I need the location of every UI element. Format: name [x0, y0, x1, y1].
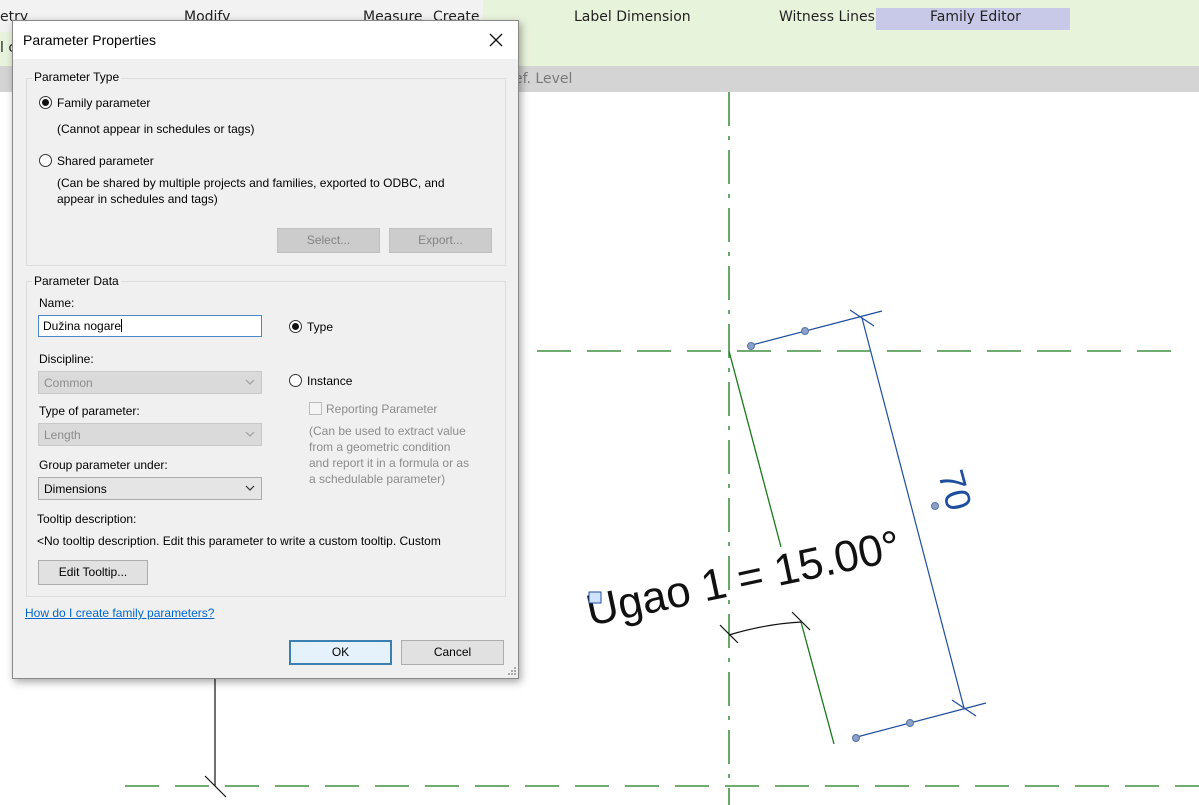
discipline-label: Discipline:	[39, 352, 94, 366]
type-of-parameter-label: Type of parameter:	[39, 404, 140, 418]
group-parameter-value: Dimensions	[44, 482, 107, 496]
type-of-parameter-value: Length	[44, 428, 81, 442]
label-grip-icon	[588, 591, 602, 604]
name-input-value: Dužina nogare	[43, 319, 122, 333]
ribbon-tab-family-editor[interactable]: Family Editor	[930, 9, 1021, 25]
close-icon[interactable]	[485, 29, 507, 51]
parameter-type-legend: Parameter Type	[32, 70, 122, 84]
instance-radio-label[interactable]: Instance	[307, 374, 352, 388]
angle-tick-right	[791, 611, 811, 631]
angled-reference-line-upper	[728, 350, 782, 548]
ok-button[interactable]: OK	[289, 640, 392, 665]
grip-dot-3	[852, 734, 860, 742]
parameter-data-legend: Parameter Data	[32, 274, 121, 288]
family-parameter-label[interactable]: Family parameter	[57, 96, 150, 110]
dialog-title: Parameter Properties	[23, 32, 157, 48]
cancel-button[interactable]: Cancel	[401, 640, 504, 665]
ribbon-tab-label-dimension[interactable]: Label Dimension	[574, 9, 691, 25]
shared-parameter-radio[interactable]	[39, 154, 52, 167]
shared-parameter-description-line-1: (Can be shared by multiple projects and …	[57, 176, 445, 190]
tooltip-description-text: <No tooltip description. Edit this param…	[37, 534, 441, 548]
name-input[interactable]: Dužina nogare	[38, 315, 262, 337]
group-parameter-select[interactable]: Dimensions	[38, 477, 262, 500]
reporting-description-line-2: from a geometric condition	[309, 440, 451, 454]
resize-grip-icon[interactable]	[507, 666, 517, 676]
help-link[interactable]: How do I create family parameters?	[25, 606, 214, 620]
discipline-select[interactable]: Common	[38, 371, 262, 394]
dimension-tick-bottom	[951, 699, 977, 717]
select-button[interactable]: Select...	[277, 228, 380, 253]
edit-tooltip-button[interactable]: Edit Tooltip...	[38, 560, 148, 585]
dimension-extension-bottom	[852, 702, 987, 739]
parameter-properties-dialog: Parameter Properties Parameter Type Fami…	[12, 20, 519, 679]
reporting-description-line-4: a schedulable parameter)	[309, 472, 446, 486]
chevron-down-icon	[245, 379, 255, 385]
export-button[interactable]: Export...	[389, 228, 492, 253]
grip-dot-2	[801, 327, 809, 335]
shared-parameter-label[interactable]: Shared parameter	[57, 154, 154, 168]
dimension-extension-top	[747, 310, 883, 347]
group-parameter-label: Group parameter under:	[39, 458, 168, 472]
shared-parameter-description-line-2: appear in schedules and tags)	[57, 192, 218, 206]
type-radio[interactable]	[289, 320, 302, 333]
angle-dimension-arc	[728, 621, 802, 636]
discipline-value: Common	[44, 376, 93, 390]
tooltip-description-label: Tooltip description:	[37, 512, 137, 526]
dimension-line	[861, 317, 965, 709]
chevron-down-icon	[245, 485, 255, 491]
reporting-description-line-3: and report it in a formula or as	[309, 456, 470, 470]
instance-radio[interactable]	[289, 374, 302, 387]
chevron-down-icon	[245, 431, 255, 437]
name-label: Name:	[39, 296, 75, 310]
reporting-parameter-checkbox[interactable]	[309, 402, 322, 415]
family-parameter-radio[interactable]	[39, 96, 52, 109]
grip-dot-5	[931, 502, 939, 510]
ribbon-tab-witness-lines[interactable]: Witness Lines	[779, 9, 875, 25]
text-caret	[121, 319, 123, 332]
reporting-description-line-1: (Can be used to extract value	[309, 424, 466, 438]
reporting-parameter-label[interactable]: Reporting Parameter	[326, 402, 437, 416]
family-parameter-description: (Cannot appear in schedules or tags)	[57, 122, 255, 136]
type-radio-label[interactable]: Type	[307, 320, 333, 334]
view-tab-ref-level[interactable]: ef. Level	[514, 71, 572, 87]
angle-parameter-label[interactable]: Ugao 1 = 15.00°	[582, 521, 905, 635]
grip-dot-4	[906, 719, 914, 727]
angled-reference-line-lower	[800, 621, 835, 745]
type-of-parameter-select[interactable]: Length	[38, 423, 262, 446]
grip-dot-1	[747, 342, 755, 350]
